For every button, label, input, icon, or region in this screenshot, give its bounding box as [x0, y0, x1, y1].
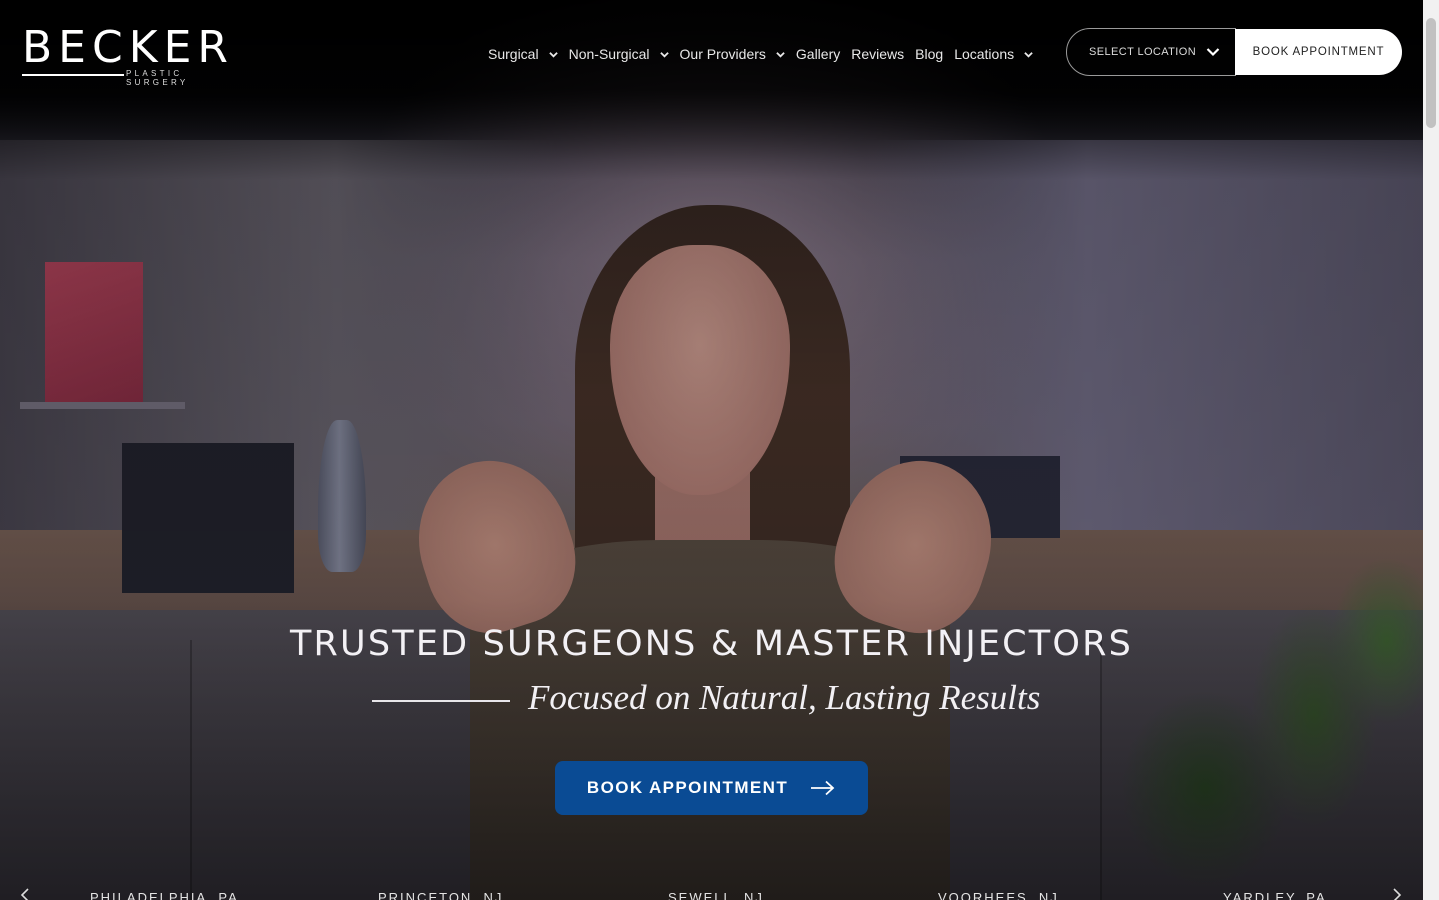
- nav-item-locations[interactable]: Locations: [954, 46, 1033, 62]
- nav-item-blog[interactable]: Blog: [915, 46, 943, 62]
- location-item-princeton[interactable]: PRINCETON, NJ: [378, 890, 503, 900]
- nav-item-non-surgical[interactable]: Non-Surgical: [569, 46, 669, 62]
- cta-label: BOOK APPOINTMENT: [586, 778, 789, 797]
- hero-headline: TRUSTED SURGEONS & MASTER INJECTORS: [289, 624, 1134, 664]
- page: BECKER PLASTIC SURGERY Surgical Non-Surg…: [0, 0, 1423, 900]
- scrollbar-thumb[interactable]: [1426, 18, 1436, 128]
- chevron-down-icon: [1024, 50, 1033, 59]
- nav-item-reviews[interactable]: Reviews: [851, 46, 904, 62]
- site-header: BECKER PLASTIC SURGERY Surgical Non-Surg…: [0, 0, 1423, 105]
- nav-item-label: Gallery: [795, 46, 841, 62]
- chevron-down-icon: [1206, 47, 1220, 57]
- select-location-label: SELECT LOCATION: [1089, 46, 1197, 58]
- chevron-down-icon: [776, 50, 785, 59]
- arrow-right-icon: [810, 780, 836, 796]
- nav-item-label: Reviews: [851, 46, 905, 62]
- nav-item-label: Blog: [915, 46, 944, 62]
- nav-item-label: Surgical: [488, 46, 539, 62]
- brand-logo[interactable]: BECKER PLASTIC SURGERY: [22, 22, 234, 87]
- logo-subtext: PLASTIC SURGERY: [126, 69, 189, 87]
- hero-book-appointment-button[interactable]: BOOK APPOINTMENT: [555, 761, 868, 815]
- header-book-appointment-button[interactable]: BOOK APPOINTMENT: [1235, 29, 1402, 75]
- hero-subheadline-row: Focused on Natural, Lasting Results: [372, 678, 1072, 722]
- location-item-voorhees[interactable]: VOORHEES, NJ: [938, 890, 1059, 900]
- main-nav: Surgical Non-Surgical Our Providers Gall…: [488, 44, 1044, 64]
- nav-item-our-providers[interactable]: Our Providers: [680, 46, 785, 62]
- chevron-left-icon[interactable]: [18, 888, 32, 900]
- chevron-down-icon: [548, 50, 558, 59]
- hero-subheadline: Focused on Natural, Lasting Results: [528, 678, 1041, 717]
- nav-item-label: Non-Surgical: [568, 46, 650, 62]
- logo-wordmark: BECKER: [22, 22, 234, 73]
- chevron-down-icon: [659, 50, 669, 59]
- logo-underline: [22, 74, 124, 76]
- nav-item-surgical[interactable]: Surgical: [488, 46, 558, 62]
- select-location-dropdown[interactable]: SELECT LOCATION: [1066, 28, 1236, 76]
- location-item-sewell[interactable]: SEWELL, NJ: [668, 890, 764, 900]
- nav-item-label: Locations: [954, 46, 1015, 62]
- subheadline-accent-line: [372, 700, 510, 702]
- nav-item-gallery[interactable]: Gallery: [796, 46, 840, 62]
- chevron-right-icon[interactable]: [1390, 888, 1404, 900]
- location-item-philadelphia[interactable]: PHILADELPHIA, PA: [90, 890, 239, 900]
- location-item-yardley[interactable]: YARDLEY, PA: [1223, 890, 1327, 900]
- page-scrollbar[interactable]: [1423, 0, 1439, 900]
- locations-carousel: PHILADELPHIA, PA PRINCETON, NJ SEWELL, N…: [0, 888, 1423, 900]
- nav-item-label: Our Providers: [679, 46, 766, 62]
